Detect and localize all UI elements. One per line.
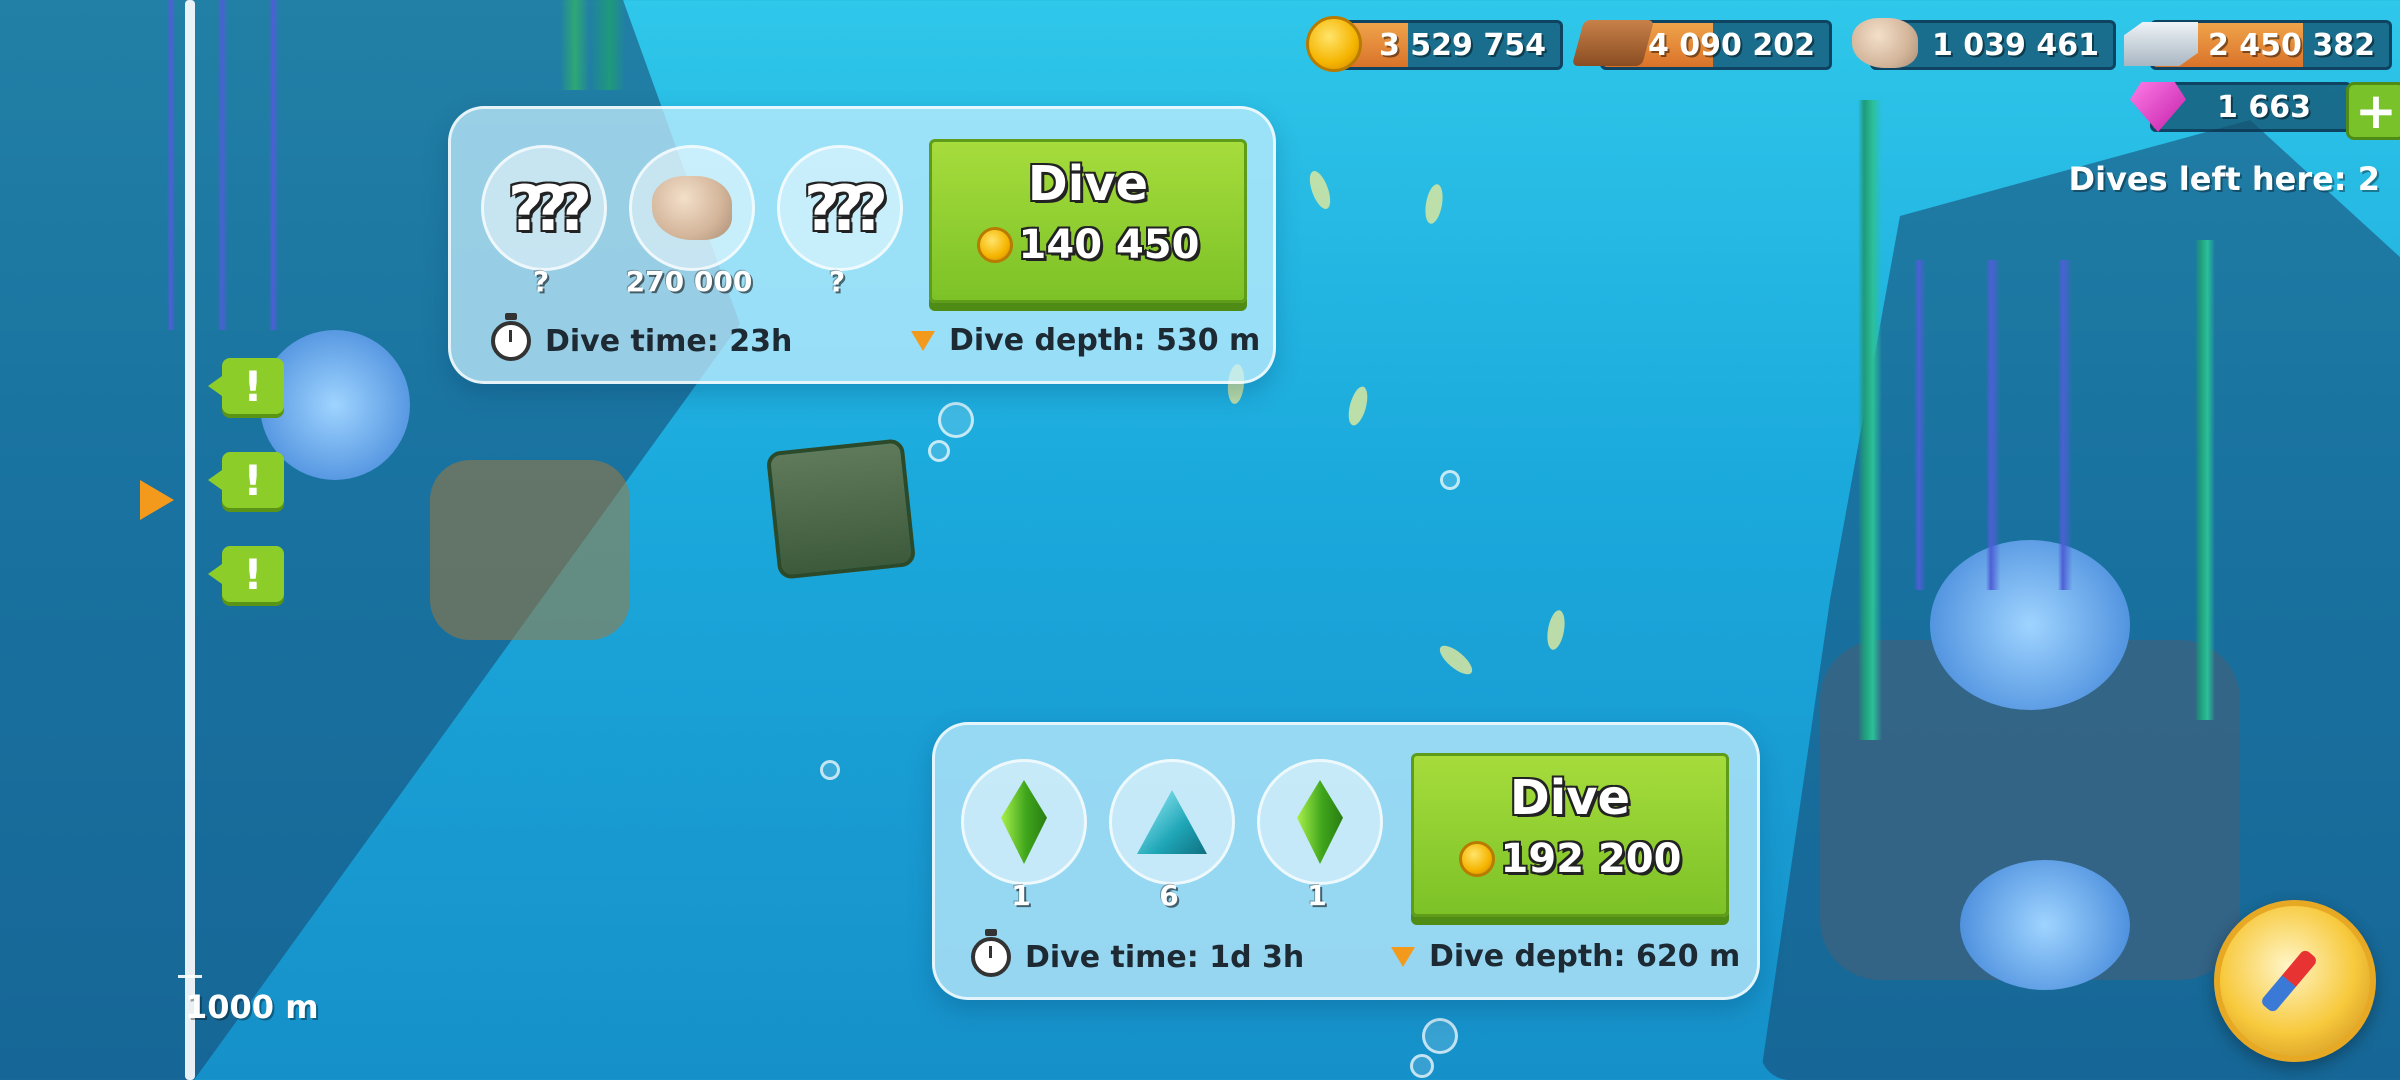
reward-slot[interactable] [961,759,1087,885]
dive-button-label: Dive [1027,156,1149,212]
reward-amount: 6 [1159,879,1179,912]
coin-icon [1458,841,1495,877]
blue-coral-bottom [1960,860,2130,990]
dive-panel: ??? ? 270 000 ??? ? Dive 140 450 Dive ti… [448,106,1276,384]
dive-depth-label: Dive depth: 530 m [949,323,1261,358]
green-kelp-top [540,0,640,90]
green-kelp-right [1840,100,1900,740]
treasure-chest[interactable] [765,438,917,580]
reward-slot[interactable]: ??? [777,145,903,271]
stone-value: 1 039 461 [1931,28,2099,63]
dive-cost-value: 192 200 [1500,836,1682,882]
wood-value: 4 090 202 [1647,28,1815,63]
blue-crystal-icon [1137,790,1207,854]
reward-amount: ? [828,265,846,298]
left-coral-rock [430,460,630,640]
stone-icon [652,176,732,240]
dive-alert-badge[interactable]: ! [208,358,284,414]
dive-time-label: Dive time: 23h [545,323,793,359]
fish [1544,608,1568,652]
mystery-reward-icon: ??? [508,171,592,245]
green-crystal-icon [1297,780,1343,864]
dive-depth: Dive depth: 620 m [1391,939,1740,974]
dive-time: Dive time: 1d 3h [971,929,1305,977]
depth-gauge-line [185,0,195,1080]
dive-alert-badge[interactable]: ! [208,452,284,508]
dive-button[interactable]: Dive 192 200 [1411,753,1729,917]
compass-button[interactable] [2214,900,2376,1062]
stopwatch-icon [491,313,531,361]
dive-time-label: Dive time: 1d 3h [1025,939,1305,975]
bubble [1410,1054,1434,1078]
gems-value: 1 663 [2217,90,2311,125]
fish [1305,168,1335,212]
dive-button[interactable]: Dive 140 450 [929,139,1247,303]
fish [1345,384,1371,428]
reward-slot[interactable] [1109,759,1235,885]
reward-slot[interactable]: ??? [481,145,607,271]
dive-depth-label: Dive depth: 620 m [1429,939,1741,974]
dive-alert-badge[interactable]: ! [208,546,284,602]
reward-slot[interactable] [1257,759,1383,885]
iron-icon [2124,22,2198,66]
reward-amount: ? [532,265,550,298]
coin-icon [1306,16,1362,72]
mystery-reward-icon: ??? [804,171,888,245]
depth-arrow-icon [1391,946,1415,967]
gems-counter[interactable]: 1 663 [2150,82,2352,132]
dives-left-label: Dives left here: 2 [2068,160,2380,198]
reward-amount: 1 [1307,879,1327,912]
purple-seaweed-right [1890,260,2130,590]
current-depth-marker [140,480,174,520]
dive-button-label: Dive [1509,770,1631,826]
coins-value: 3 529 754 [1378,28,1546,63]
bubble [1440,470,1460,490]
purple-seaweed-left [150,0,320,330]
bubble [820,760,840,780]
reward-amount: 270 000 [625,265,753,298]
iron-value: 2 450 382 [2207,28,2375,63]
bubble [1422,1018,1458,1054]
dive-cost-value: 140 450 [1018,222,1200,268]
fish [1435,641,1477,679]
wood-icon [1571,20,1655,66]
add-gems-button[interactable]: + [2346,82,2400,140]
dive-depth: Dive depth: 530 m [911,323,1260,358]
reward-slot[interactable] [629,145,755,271]
coin-icon [976,227,1013,263]
depth-arrow-icon [911,330,935,351]
green-crystal-icon [1001,780,1047,864]
bubble [928,440,950,462]
depth-gauge-label: 1000 m [185,988,319,1026]
dive-time: Dive time: 23h [491,313,793,361]
fish [1422,182,1446,226]
dive-cost: 192 200 [1414,836,1726,882]
dive-panel: 1 6 1 Dive 192 200 Dive time: 1d 3h Dive… [932,722,1760,1000]
bubble [938,402,974,438]
dive-cost: 140 450 [932,222,1244,268]
depth-gauge-tick [178,975,202,978]
green-kelp-far-right [2180,240,2230,720]
stone-icon [1852,18,1918,68]
stopwatch-icon [971,929,1011,977]
reward-amount: 1 [1011,879,1031,912]
